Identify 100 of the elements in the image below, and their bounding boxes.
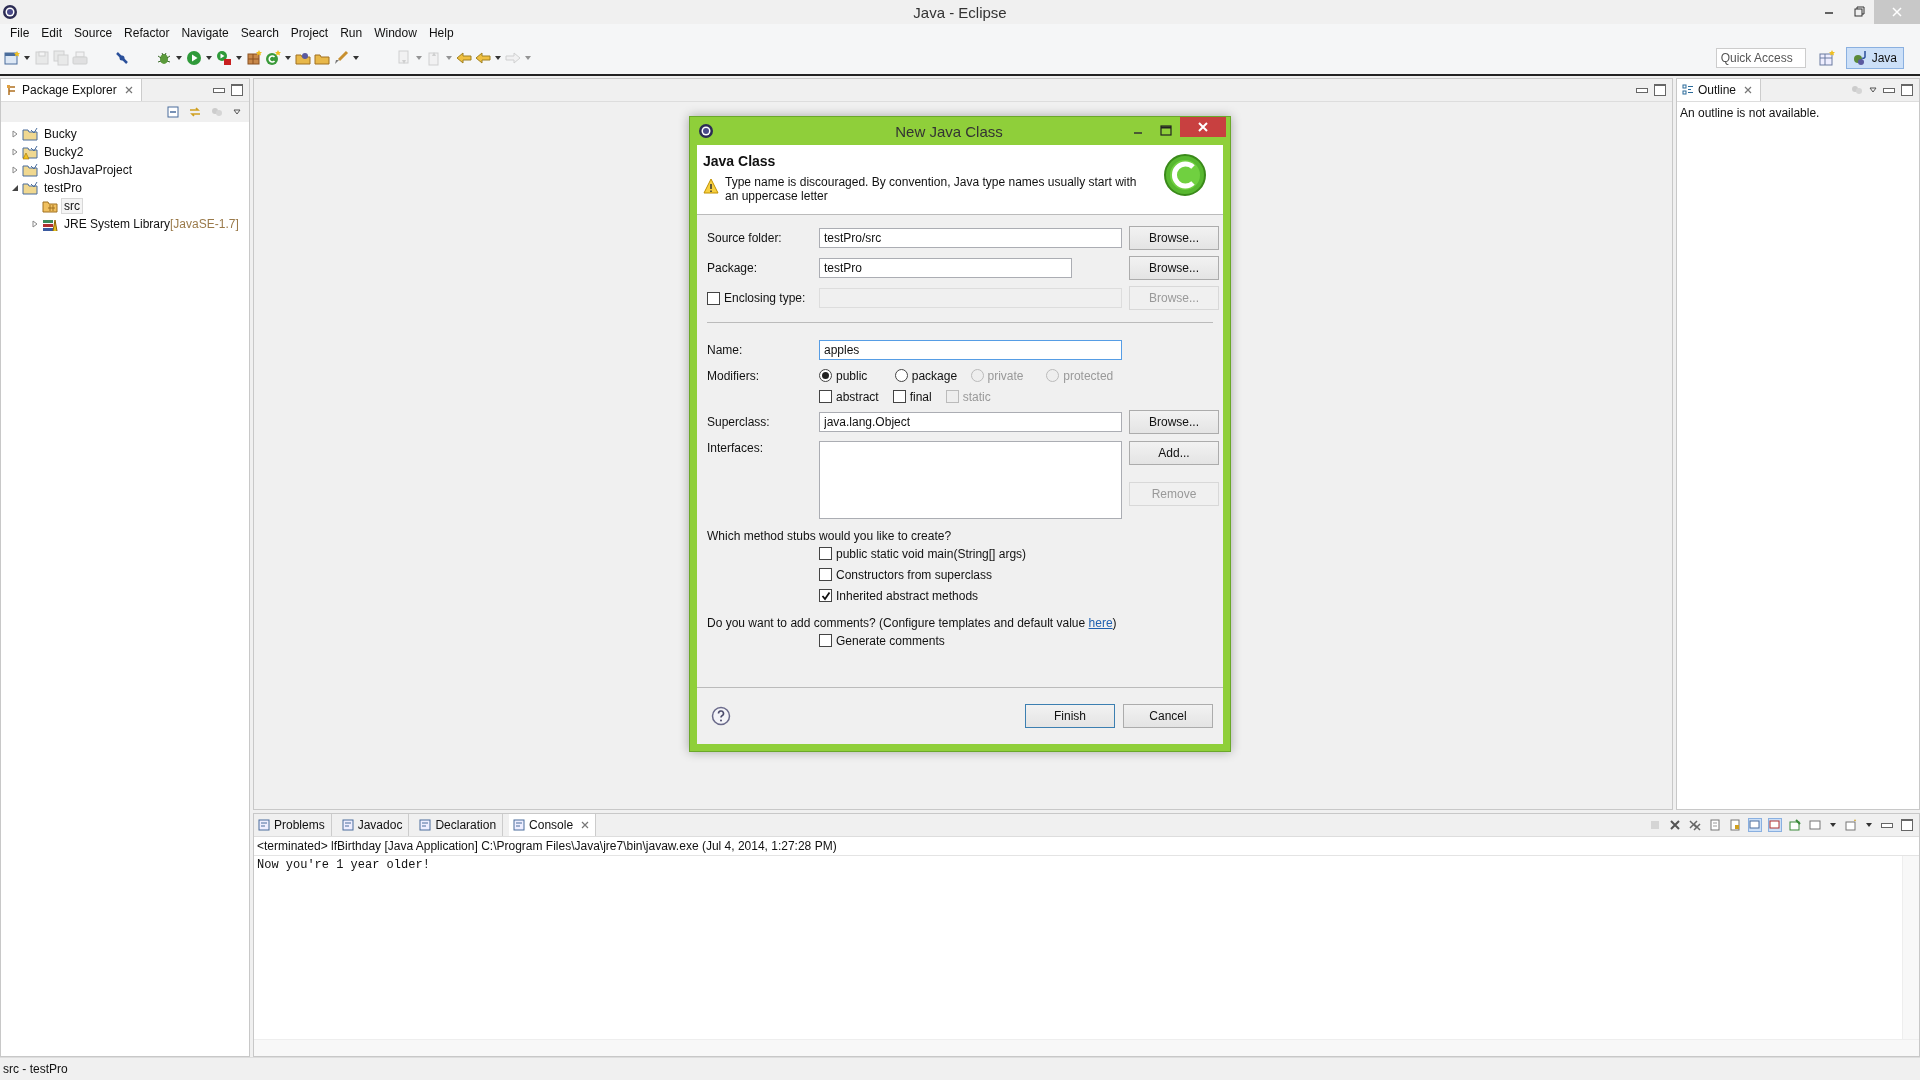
name-field[interactable]: apples bbox=[819, 340, 1122, 360]
source-folder-field[interactable]: testPro/src bbox=[819, 228, 1122, 248]
maximize-icon[interactable] bbox=[231, 84, 243, 96]
minimize-icon[interactable] bbox=[1881, 822, 1893, 828]
expand-toggle[interactable] bbox=[31, 220, 39, 228]
tree-item[interactable]: testPro bbox=[41, 180, 85, 196]
checkbox[interactable] bbox=[819, 634, 832, 647]
display-console-icon[interactable] bbox=[1809, 819, 1821, 831]
checkbox[interactable] bbox=[819, 547, 832, 560]
horizontal-scrollbar[interactable] bbox=[254, 1039, 1919, 1056]
tree-item[interactable]: JoshJavaProject bbox=[41, 162, 136, 178]
caret-icon[interactable] bbox=[1829, 821, 1837, 829]
radio-label: public bbox=[836, 368, 868, 383]
menu-item[interactable]: Refactor bbox=[118, 26, 176, 40]
browse-button[interactable]: Browse... bbox=[1129, 226, 1219, 250]
menu-item[interactable]: File bbox=[4, 26, 36, 40]
close-icon[interactable] bbox=[1744, 86, 1753, 94]
package-explorer-tab[interactable]: Package Explorer bbox=[1, 79, 142, 101]
pin-console-icon[interactable] bbox=[1789, 819, 1801, 831]
close-icon[interactable] bbox=[581, 821, 590, 829]
radio-label: package bbox=[911, 368, 958, 383]
expand-toggle[interactable] bbox=[11, 130, 19, 138]
stubs-question: Which method stubs would you like to create? bbox=[707, 529, 953, 543]
minimize-icon[interactable] bbox=[1636, 87, 1648, 93]
pin-icon[interactable] bbox=[114, 50, 130, 66]
panel-tab[interactable]: Console bbox=[509, 814, 597, 836]
checkbox[interactable] bbox=[819, 589, 832, 602]
close-icon[interactable] bbox=[124, 86, 133, 94]
browse-button[interactable]: Browse... bbox=[1129, 256, 1219, 280]
class-icon[interactable] bbox=[265, 50, 281, 66]
minimize-icon[interactable] bbox=[213, 87, 225, 93]
checkbox[interactable] bbox=[819, 390, 832, 403]
caret-icon[interactable] bbox=[284, 54, 292, 62]
caret-icon[interactable] bbox=[205, 54, 213, 62]
close-button[interactable] bbox=[1180, 117, 1226, 137]
open-type-icon[interactable] bbox=[295, 50, 311, 66]
tree-item[interactable]: src bbox=[61, 198, 83, 214]
tree-item[interactable]: Bucky bbox=[41, 126, 80, 142]
package-tree-icon bbox=[6, 84, 18, 96]
view-menu-icon[interactable] bbox=[1869, 86, 1877, 94]
caret-icon[interactable] bbox=[352, 54, 360, 62]
menu-item[interactable]: Help bbox=[422, 26, 460, 40]
expand-toggle[interactable] bbox=[11, 184, 19, 192]
caret-icon[interactable] bbox=[235, 54, 243, 62]
collapse-all-icon[interactable] bbox=[167, 106, 179, 118]
tree-item[interactable]: JRE System Library[JavaSE-1.7] bbox=[61, 216, 242, 232]
menu-item[interactable]: Window bbox=[368, 26, 423, 40]
menu-item[interactable]: Search bbox=[234, 26, 285, 40]
menu-item[interactable]: Navigate bbox=[175, 26, 235, 40]
bug-icon[interactable] bbox=[156, 50, 172, 66]
outline-tab[interactable]: Outline bbox=[1677, 79, 1762, 101]
expand-toggle[interactable] bbox=[11, 166, 19, 174]
show-stderr-icon[interactable] bbox=[1769, 819, 1781, 831]
radio-button[interactable] bbox=[894, 369, 908, 382]
caret-icon[interactable] bbox=[23, 54, 31, 62]
view-menu-icon[interactable] bbox=[233, 108, 241, 116]
caret-icon[interactable] bbox=[494, 54, 502, 62]
menu-item[interactable]: Edit bbox=[35, 26, 69, 40]
radio-button[interactable] bbox=[819, 369, 832, 382]
expand-toggle[interactable] bbox=[11, 148, 19, 156]
here-link[interactable]: here bbox=[1088, 616, 1113, 630]
caret-icon[interactable] bbox=[1865, 821, 1873, 829]
quick-access-field[interactable]: Quick Access bbox=[1715, 48, 1806, 68]
maximize-icon[interactable] bbox=[1901, 84, 1913, 96]
menu-item[interactable]: Run bbox=[334, 26, 369, 40]
radio-label: private bbox=[987, 368, 1024, 383]
field-label: Source folder: bbox=[707, 231, 783, 245]
vertical-scrollbar[interactable] bbox=[1902, 856, 1919, 1039]
warning-icon bbox=[703, 178, 719, 194]
menu-item[interactable]: Source bbox=[68, 26, 119, 40]
help-icon[interactable] bbox=[711, 706, 731, 726]
open-perspective-icon[interactable] bbox=[1818, 50, 1835, 66]
tree-item[interactable]: Bucky2 bbox=[41, 144, 87, 160]
clear-console-icon[interactable] bbox=[1709, 819, 1721, 831]
new-console-icon[interactable] bbox=[1845, 819, 1857, 831]
remove-launch-icon[interactable] bbox=[1669, 819, 1681, 831]
package-icon[interactable] bbox=[246, 50, 262, 66]
caret-icon[interactable] bbox=[175, 54, 183, 62]
maximize-icon[interactable] bbox=[1901, 819, 1913, 831]
run-tool-icon[interactable] bbox=[216, 50, 232, 66]
comments-question: Do you want to add comments? (Configure templates and default value here) bbox=[707, 616, 1118, 630]
java-perspective-button[interactable]: Java bbox=[1845, 47, 1904, 69]
show-stdout-icon[interactable] bbox=[1749, 819, 1761, 831]
scroll-lock-icon[interactable] bbox=[1729, 819, 1741, 831]
finish-button[interactable]: Finish bbox=[1025, 704, 1115, 728]
checkbox[interactable] bbox=[819, 568, 832, 581]
add-button[interactable]: Add... bbox=[1129, 441, 1219, 465]
browse-button[interactable]: Browse... bbox=[1129, 410, 1219, 434]
run-icon[interactable] bbox=[186, 50, 202, 66]
menu-item[interactable]: Project bbox=[284, 26, 335, 40]
field-label: Name: bbox=[707, 343, 744, 357]
package-field[interactable]: testPro bbox=[819, 258, 1072, 278]
remove-all-icon[interactable] bbox=[1689, 819, 1701, 831]
new-file-icon[interactable] bbox=[4, 50, 20, 66]
checkbox[interactable] bbox=[892, 390, 906, 403]
maximize-icon[interactable] bbox=[1654, 84, 1666, 96]
superclass-field[interactable]: java.lang.Object bbox=[819, 412, 1122, 432]
minimize-icon[interactable] bbox=[1883, 87, 1895, 93]
last-edit-icon[interactable] bbox=[456, 50, 472, 66]
cancel-button[interactable]: Cancel bbox=[1123, 704, 1213, 728]
